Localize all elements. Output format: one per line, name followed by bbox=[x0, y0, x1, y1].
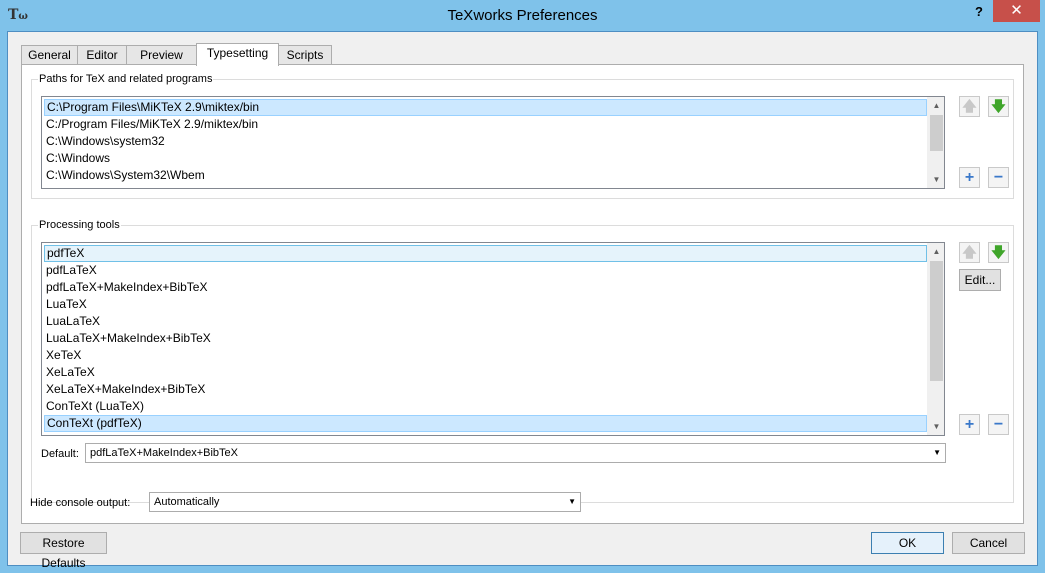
cancel-button[interactable]: Cancel bbox=[952, 532, 1025, 554]
close-button[interactable]: ✕ bbox=[993, 0, 1040, 22]
ok-button[interactable]: OK bbox=[871, 532, 944, 554]
dialog-client-area: General Editor Preview Typesetting Scrip… bbox=[7, 31, 1038, 570]
default-tool-combo[interactable]: pdfLaTeX+MakeIndex+BibTeX ▼ bbox=[85, 443, 946, 463]
restore-defaults-button[interactable]: Restore Defaults bbox=[20, 532, 107, 570]
list-item[interactable]: C:\Windows\System32\Wbem bbox=[44, 167, 927, 184]
list-item[interactable]: pdfTeX bbox=[44, 245, 927, 262]
minus-icon: − bbox=[993, 416, 1004, 433]
hide-console-value: Automatically bbox=[154, 496, 220, 508]
tab-preview[interactable]: Preview bbox=[126, 45, 197, 65]
tools-add-button[interactable]: + bbox=[959, 414, 980, 435]
plus-icon: + bbox=[964, 416, 975, 433]
chevron-down-icon: ▼ bbox=[568, 497, 576, 506]
list-item[interactable]: pdfLaTeX bbox=[44, 262, 927, 279]
arrow-up-icon: 🡅 bbox=[962, 244, 977, 260]
preferences-window: Tω TeXworks Preferences ? ✕ General Edit… bbox=[0, 0, 1045, 573]
chevron-down-icon: ▼ bbox=[933, 448, 941, 457]
list-item[interactable]: XeTeX bbox=[44, 347, 927, 364]
tools-scrollbar[interactable]: ▲ ▼ bbox=[927, 243, 944, 435]
tools-move-up-button[interactable]: 🡅 bbox=[959, 242, 980, 263]
scroll-up-icon[interactable]: ▲ bbox=[928, 243, 944, 260]
window-title: TeXworks Preferences bbox=[447, 7, 598, 24]
edit-tool-button[interactable]: Edit... bbox=[959, 269, 1001, 291]
list-item[interactable]: XeLaTeX+MakeIndex+BibTeX bbox=[44, 381, 927, 398]
help-button[interactable]: ? bbox=[968, 3, 990, 21]
plus-icon: + bbox=[964, 169, 975, 186]
list-item[interactable]: LuaLaTeX bbox=[44, 313, 927, 330]
list-item[interactable]: pdfLaTeX+MakeIndex+BibTeX bbox=[44, 279, 927, 296]
arrow-down-icon: 🡇 bbox=[991, 244, 1006, 260]
default-tool-value: pdfLaTeX+MakeIndex+BibTeX bbox=[90, 447, 238, 459]
scroll-thumb[interactable] bbox=[930, 261, 943, 381]
hide-console-combo[interactable]: Automatically ▼ bbox=[149, 492, 581, 512]
tools-move-down-button[interactable]: 🡇 bbox=[988, 242, 1009, 263]
paths-group-title: Paths for TeX and related programs bbox=[38, 73, 214, 85]
tab-editor[interactable]: Editor bbox=[77, 45, 127, 65]
paths-add-button[interactable]: + bbox=[959, 167, 980, 188]
paths-remove-button[interactable]: − bbox=[988, 167, 1009, 188]
paths-list[interactable]: C:\Program Files\MiKTeX 2.9\miktex/bin C… bbox=[41, 96, 945, 189]
scroll-down-icon[interactable]: ▼ bbox=[928, 418, 944, 435]
typesetting-panel: Paths for TeX and related programs C:\Pr… bbox=[21, 64, 1024, 524]
hide-console-label: Hide console output: bbox=[30, 497, 131, 509]
list-item[interactable]: LuaTeX bbox=[44, 296, 927, 313]
list-item[interactable]: XeLaTeX bbox=[44, 364, 927, 381]
tools-remove-button[interactable]: − bbox=[988, 414, 1009, 435]
list-item[interactable]: ConTeXt (pdfTeX) bbox=[44, 415, 927, 432]
title-bar[interactable]: Tω TeXworks Preferences ? ✕ bbox=[0, 0, 1045, 32]
arrow-up-icon: 🡅 bbox=[962, 98, 977, 114]
default-tool-label: Default: bbox=[41, 448, 79, 460]
tab-scripts[interactable]: Scripts bbox=[278, 45, 332, 65]
list-item[interactable]: LuaLaTeX+MakeIndex+BibTeX bbox=[44, 330, 927, 347]
scroll-thumb[interactable] bbox=[930, 115, 943, 151]
tab-general[interactable]: General bbox=[21, 45, 78, 65]
list-item[interactable]: C:\Windows\system32 bbox=[44, 133, 927, 150]
list-item[interactable]: C:\Windows bbox=[44, 150, 927, 167]
scroll-up-icon[interactable]: ▲ bbox=[928, 97, 944, 114]
list-item[interactable]: ConTeXt (LuaTeX) bbox=[44, 398, 927, 415]
tools-group-title: Processing tools bbox=[38, 219, 121, 231]
tab-typesetting[interactable]: Typesetting bbox=[196, 43, 279, 66]
paths-move-up-button[interactable]: 🡅 bbox=[959, 96, 980, 117]
list-item[interactable]: C:/Program Files/MiKTeX 2.9/miktex/bin bbox=[44, 116, 927, 133]
paths-move-down-button[interactable]: 🡇 bbox=[988, 96, 1009, 117]
paths-scrollbar[interactable]: ▲ ▼ bbox=[927, 97, 944, 188]
tools-list[interactable]: pdfTeX pdfLaTeX pdfLaTeX+MakeIndex+BibTe… bbox=[41, 242, 945, 436]
arrow-down-icon: 🡇 bbox=[991, 98, 1006, 114]
list-item[interactable]: C:\Program Files\MiKTeX 2.9\miktex/bin bbox=[44, 99, 927, 116]
scroll-down-icon[interactable]: ▼ bbox=[928, 171, 944, 188]
minus-icon: − bbox=[993, 169, 1004, 186]
